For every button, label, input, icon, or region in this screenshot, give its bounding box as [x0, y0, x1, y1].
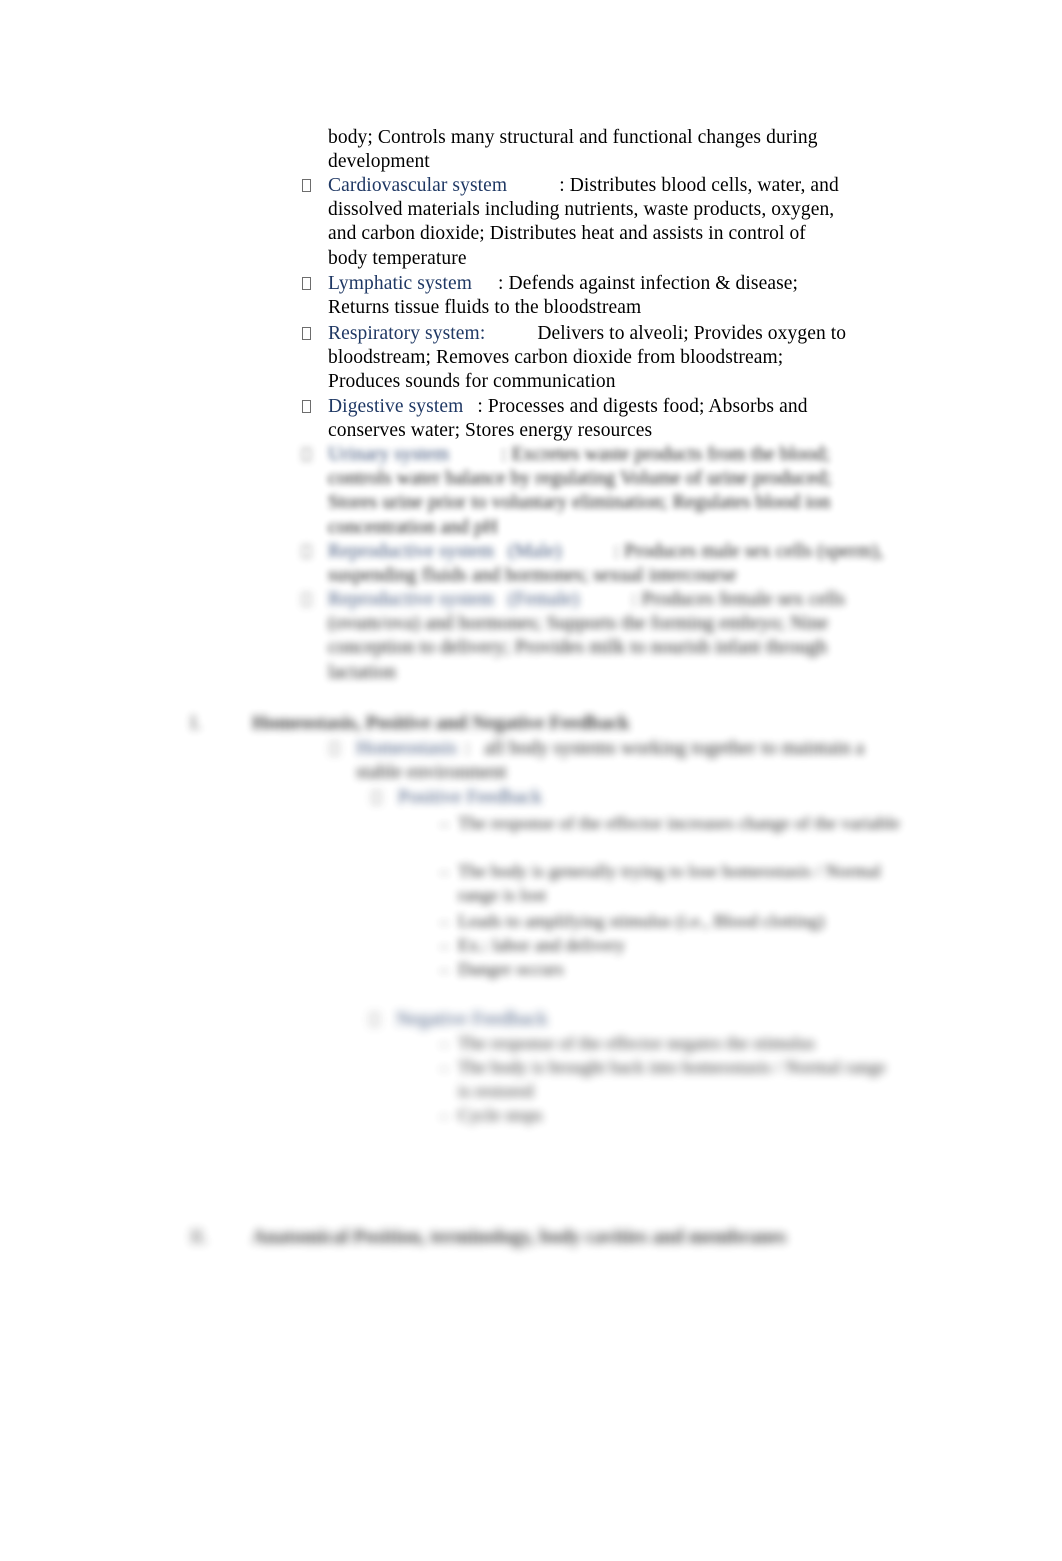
- homeostasis-text-2: stable environment: [356, 762, 507, 784]
- system-term-reproductive-male: Reproductive system: [328, 541, 494, 562]
- system-desc-urinary-3: Stores urine prior to voluntary eliminat…: [328, 492, 831, 514]
- system-term-cardiovascular: Cardiovascular system: [328, 175, 508, 196]
- system-term-extra-male: (Male): [508, 541, 562, 562]
- system-sep-cardiovascular: :: [559, 175, 570, 196]
- bullet-marker-reproductive-male: [302, 540, 311, 564]
- positive-feedback-title: Positive Feedback: [398, 787, 543, 808]
- system-desc-cardiovascular-2: dissolved materials including nutrients,…: [328, 199, 835, 221]
- wingdings-box-icon: [302, 545, 311, 558]
- system-sep-reproductive-female: :: [631, 589, 642, 610]
- system-desc-lymphatic-2: Returns tissue fluids to the bloodstream: [328, 297, 642, 319]
- system-desc-urinary-4: concentration and pH: [328, 516, 498, 538]
- wingdings-box-icon: [302, 179, 311, 192]
- system-term-digestive: Digestive system: [328, 396, 464, 417]
- wingdings-box-icon: [370, 1013, 379, 1026]
- system-desc-respiratory-2: bloodstream; Removes carbon dioxide from…: [328, 347, 784, 369]
- homeostasis-definition: Homeostasis: all body systems working tog…: [356, 737, 886, 785]
- wingdings-box-icon: [302, 448, 311, 461]
- continued-line-2: development: [328, 151, 430, 173]
- system-item-lymphatic: Lymphatic system: Defends against infect…: [328, 272, 870, 320]
- positive-feedback-bullet-3: Leads to amplifying stimulus (i.e., Bloo…: [458, 911, 825, 931]
- bullet-marker-digestive: [302, 395, 311, 419]
- system-desc-digestive-1: Processes and digests food; Absorbs and: [487, 396, 808, 417]
- sub-bullet-positive-1: –: [440, 814, 449, 833]
- system-desc-reproductive-female-3: conception to delivery; Provides milk to…: [328, 637, 828, 659]
- wingdings-box-icon: [302, 277, 311, 290]
- positive-feedback-bullet-4: Ex.: labor and delivery: [458, 935, 626, 955]
- homeostasis-text-1: all body systems working together to mai…: [484, 738, 865, 759]
- system-term-reproductive-female: Reproductive system: [328, 589, 494, 610]
- sub-bullet-negative-3: –: [440, 1106, 449, 1125]
- system-desc-cardiovascular-1: Distributes blood cells, water, and: [569, 175, 839, 196]
- homeostasis-term: Homeostasis: [356, 738, 457, 759]
- sub-bullet-positive-3: –: [440, 912, 449, 931]
- system-item-respiratory: Respiratory system: Delivers to alveoli; …: [328, 322, 870, 395]
- wingdings-box-icon: [302, 327, 311, 340]
- sub-bullet-positive-4: –: [440, 936, 449, 955]
- wingdings-box-icon: [302, 593, 311, 606]
- system-item-cardiovascular: Cardiovascular system: Distributes blood…: [328, 174, 870, 271]
- system-term-extra-female: (Female): [508, 589, 580, 610]
- system-term-respiratory: Respiratory system:: [328, 323, 486, 344]
- sub-bullet-negative-2: –: [440, 1058, 449, 1077]
- outline-number-anatomical: II.: [190, 1227, 208, 1248]
- system-desc-respiratory-3: Produces sounds for communication: [328, 371, 616, 393]
- bullet-marker-cardiovascular: [302, 174, 311, 198]
- bullet-marker-lymphatic: [302, 272, 311, 296]
- bullet-marker-reproductive-female: [302, 588, 311, 612]
- continued-line-1: body; Controls many structural and funct…: [328, 127, 818, 148]
- negative-feedback-bullet-1: The response of the effector negates the…: [458, 1033, 815, 1053]
- system-desc-reproductive-male-2: suspending fluids and hormones; sexual i…: [328, 565, 737, 587]
- wingdings-box-icon: [302, 400, 311, 413]
- document-page: body; Controls many structural and funct…: [0, 0, 1062, 1561]
- system-desc-reproductive-female-1: Produces female sex cells: [641, 589, 846, 610]
- system-item-digestive: Digestive system: Processes and digests …: [328, 395, 870, 443]
- heading-anatomical-position: Anatomical Position, terminology, body c…: [252, 1227, 787, 1248]
- system-sep-urinary: :: [501, 444, 512, 465]
- system-desc-urinary-1: Excretes waste products from the blood;: [511, 444, 831, 465]
- bullet-marker-homeostasis-def: [330, 737, 339, 761]
- system-item-reproductive-female: Reproductive system (Female): Produces fe…: [328, 588, 890, 685]
- sub-bullet-positive-5: –: [440, 960, 449, 979]
- system-desc-urinary-2: controls water balance by regulating Vol…: [328, 468, 832, 490]
- bullet-marker-urinary: [302, 443, 311, 467]
- outline-number-homeostasis: I.: [190, 713, 202, 734]
- positive-feedback-bullet-2: The body is generally trying to lose hom…: [458, 861, 882, 905]
- system-desc-reproductive-female-4: lactation: [328, 661, 397, 683]
- system-term-urinary: Urinary system: [328, 444, 450, 465]
- negative-feedback-bullet-2: The body is brought back into homeostasi…: [458, 1057, 887, 1101]
- heading-homeostasis: Homeostasis, Positive and Negative Feedb…: [252, 713, 630, 734]
- positive-feedback-bullet-5: Danger occurs: [458, 959, 564, 979]
- wingdings-box-icon: [330, 742, 339, 755]
- system-desc-digestive-2: conserves water; Stores energy resources: [328, 420, 653, 442]
- continued-paragraph: body; Controls many structural and funct…: [328, 126, 868, 174]
- system-desc-cardiovascular-4: body temperature: [328, 247, 467, 269]
- system-sep-lymphatic: :: [498, 273, 509, 294]
- system-sep-digestive: :: [477, 396, 488, 417]
- system-desc-lymphatic-1: Defends against infection & disease;: [508, 273, 799, 294]
- system-item-urinary: Urinary system: Excretes waste products …: [328, 443, 890, 540]
- negative-feedback-title: Negative Feedback: [396, 1009, 548, 1030]
- positive-feedback-bullet-1: The response of the effector increases c…: [458, 813, 901, 833]
- system-desc-cardiovascular-3: and carbon dioxide; Distributes heat and…: [328, 223, 806, 245]
- sub-bullet-negative-1: –: [440, 1034, 449, 1053]
- bullet-marker-respiratory: [302, 322, 311, 346]
- negative-feedback-bullet-3: Cycle stops: [458, 1105, 543, 1125]
- system-item-reproductive-male: Reproductive system (Male): Produces male…: [328, 540, 890, 588]
- system-desc-respiratory-1: Delivers to alveoli; Provides oxygen to: [537, 323, 847, 344]
- system-term-lymphatic: Lymphatic system: [328, 273, 473, 294]
- system-sep-reproductive-male: :: [613, 541, 625, 562]
- system-desc-reproductive-male-1: Produces male sex cells (sperm),: [624, 541, 884, 562]
- bullet-marker-positive-feedback: [372, 786, 381, 810]
- bullet-marker-negative-feedback: [370, 1008, 379, 1032]
- system-desc-reproductive-female-2: (ovum/ova) and hormones; Supports the fo…: [328, 613, 829, 635]
- wingdings-box-icon: [372, 791, 381, 804]
- sub-bullet-positive-2: –: [440, 862, 449, 881]
- homeostasis-separator: :: [464, 738, 471, 759]
